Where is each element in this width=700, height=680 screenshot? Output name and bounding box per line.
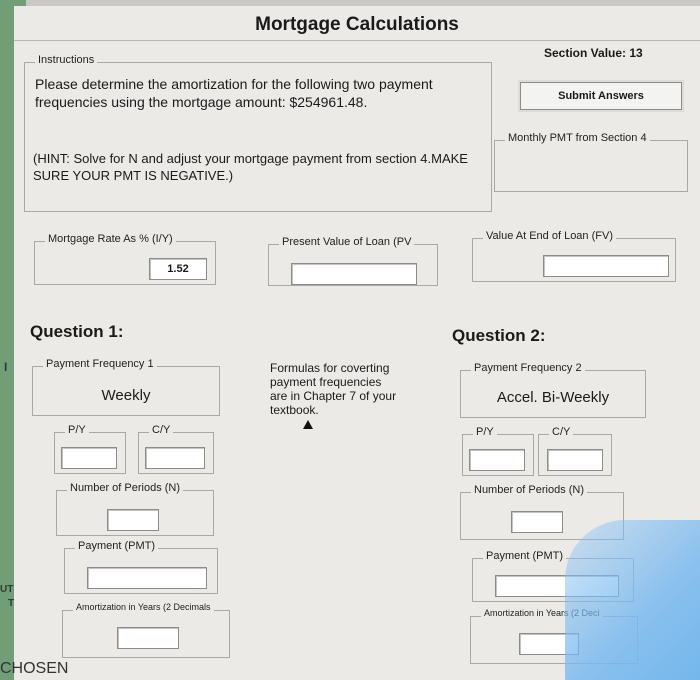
q1-pmt-label: Payment (PMT)	[75, 540, 159, 552]
instructions-text: Please determine the amortization for th…	[35, 76, 433, 110]
q1-pmt-input[interactable]	[87, 567, 207, 589]
q2-py-group: P/Y	[462, 426, 534, 476]
fv-input[interactable]	[543, 255, 669, 277]
q2-frequency-group: Payment Frequency 2 Accel. Bi-Weekly	[460, 362, 646, 418]
q1-py-label: P/Y	[65, 424, 89, 436]
question-2-title: Question 2:	[452, 326, 546, 345]
mouse-pointer-icon	[303, 420, 313, 429]
q2-py-label: P/Y	[473, 426, 497, 438]
q1-cy-group: C/Y	[138, 424, 214, 474]
pv-group: Present Value of Loan (PV	[268, 236, 438, 286]
hint-text: (HINT: Solve for N and adjust your mortg…	[33, 151, 468, 183]
monthly-pmt-group: Monthly PMT from Section 4	[494, 132, 688, 192]
q2-cy-group: C/Y	[538, 426, 612, 476]
q1-cy-label: C/Y	[149, 424, 174, 436]
q2-cy-label: C/Y	[549, 426, 574, 438]
q1-frequency-value: Weekly	[101, 387, 151, 404]
rate-input[interactable]: 1.52	[149, 258, 207, 280]
question-1-title: Question 1:	[30, 322, 124, 341]
q1-amortization-label: Amortization in Years (2 Decimals	[73, 602, 214, 612]
q1-periods-group: Number of Periods (N)	[56, 482, 214, 536]
background-mark: I	[4, 360, 8, 374]
q1-py-input[interactable]	[61, 447, 117, 469]
q1-periods-input[interactable]	[107, 509, 159, 531]
q1-periods-label: Number of Periods (N)	[67, 482, 184, 494]
rate-label: Mortgage Rate As % (I/Y)	[45, 233, 176, 245]
q2-frequency-value: Accel. Bi-Weekly	[496, 389, 610, 406]
q1-cy-input[interactable]	[145, 447, 205, 469]
window-title: Mortgage Calculations	[255, 14, 459, 35]
instructions-label: Instructions	[35, 54, 98, 66]
q2-cy-input[interactable]	[547, 449, 603, 471]
pv-input[interactable]	[291, 263, 417, 285]
q1-amortization-group: Amortization in Years (2 Decimals	[62, 602, 230, 658]
pv-label: Present Value of Loan (PV	[279, 236, 415, 248]
q1-frequency-label: Payment Frequency 1	[43, 358, 157, 370]
title-divider	[14, 40, 700, 41]
monthly-pmt-label: Monthly PMT from Section 4	[505, 132, 650, 144]
q2-periods-label: Number of Periods (N)	[471, 484, 588, 496]
screen-glare	[565, 520, 700, 680]
background-text-chosen: CHOSEN	[0, 660, 69, 677]
fv-label: Value At End of Loan (FV)	[483, 230, 616, 242]
q1-pmt-group: Payment (PMT)	[64, 540, 218, 594]
q1-amortization-input[interactable]	[117, 627, 179, 649]
rate-group: Mortgage Rate As % (I/Y) 1.52	[34, 233, 216, 285]
q1-frequency-group: Payment Frequency 1 Weekly	[32, 358, 220, 416]
fv-group: Value At End of Loan (FV)	[472, 230, 676, 282]
instructions-group: Instructions Please determine the amorti…	[24, 54, 492, 212]
section-value: Section Value: 13	[544, 46, 643, 60]
q2-periods-input[interactable]	[511, 511, 563, 533]
formula-note: Formulas for coverting payment frequenci…	[270, 361, 397, 417]
submit-answers-button[interactable]: Submit Answers	[520, 82, 682, 110]
q2-frequency-label: Payment Frequency 2	[471, 362, 585, 374]
q2-pmt-label: Payment (PMT)	[483, 550, 567, 562]
q2-py-input[interactable]	[469, 449, 525, 471]
q1-py-group: P/Y	[54, 424, 126, 474]
